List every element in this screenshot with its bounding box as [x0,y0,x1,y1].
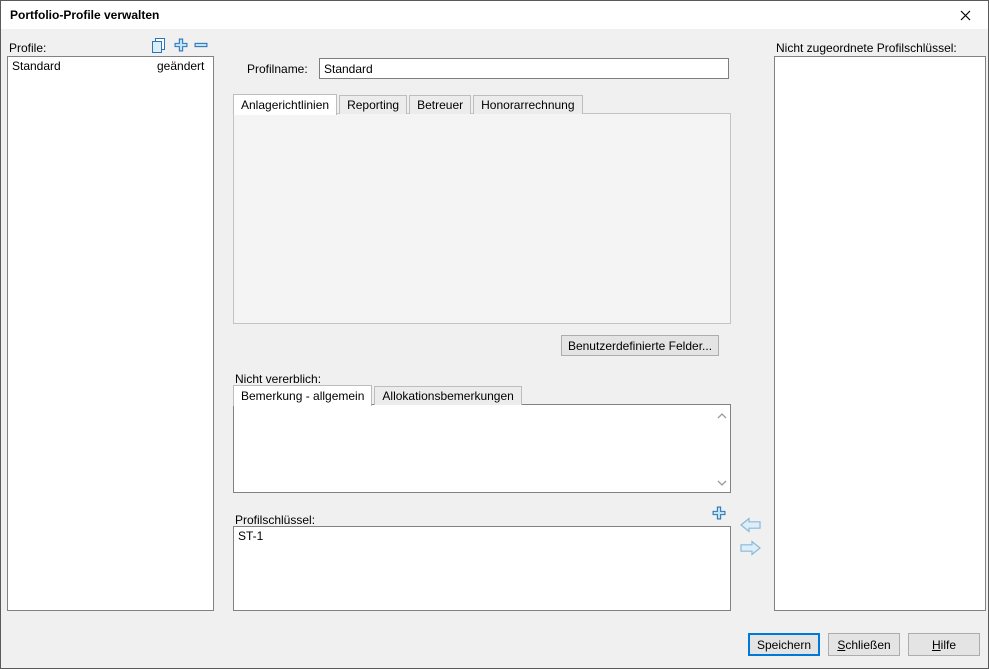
tab-allokationsbemerkungen[interactable]: Allokationsbemerkungen [374,386,521,405]
tab-betreuer[interactable]: Betreuer [409,95,471,114]
add-key-icon[interactable] [712,506,726,520]
profile-list[interactable]: Standard geändert [7,56,214,611]
profile-list-item[interactable]: Standard geändert [8,57,213,75]
bemerkung-textarea[interactable] [233,404,731,493]
profiles-label: Profile: [9,41,46,55]
unassigned-keys-label: Nicht zugeordnete Profilschlüssel: [776,41,957,55]
speichern-button[interactable]: Speichern [748,633,820,656]
window-title: Portfolio-Profile verwalten [10,8,159,22]
profilname-label: Profilname: [247,62,308,76]
profilschluessel-list[interactable]: ST-1 [233,526,731,611]
benutzerdefinierte-felder-button[interactable]: Benutzerdefinierte Felder... [561,335,719,356]
key-name: ST-1 [238,529,263,543]
portfolio-profile-dialog: Portfolio-Profile verwalten Profile: Sta… [0,0,989,669]
unassigned-keys-list[interactable] [774,56,986,611]
move-right-arrow-icon[interactable] [740,540,761,556]
scroll-down-icon[interactable] [717,475,727,489]
profile-name: Standard [12,59,61,73]
close-icon[interactable] [943,1,988,29]
hilfe-button[interactable]: Hilfe [908,633,980,656]
key-list-item[interactable]: ST-1 [234,527,730,545]
tab-reporting[interactable]: Reporting [339,95,407,114]
profilschluessel-label: Profilschlüssel: [235,513,315,527]
main-tabstrip: Anlagerichtlinien Reporting Betreuer Hon… [233,93,585,114]
add-profile-icon[interactable] [174,38,188,52]
remove-profile-icon[interactable] [194,38,208,52]
nicht-vererblich-label: Nicht vererblich: [235,372,321,386]
tab-bemerkung-allgemein[interactable]: Bemerkung - allgemein [233,385,372,406]
move-left-arrow-icon[interactable] [740,517,761,533]
tab-anlagerichtlinien[interactable]: Anlagerichtlinien [233,94,337,115]
scroll-up-icon[interactable] [717,408,727,422]
title-bar: Portfolio-Profile verwalten [1,1,988,29]
copy-profile-icon[interactable] [150,37,167,54]
tab-panel-anlagerichtlinien [233,113,731,324]
schliessen-button[interactable]: Schließen [828,633,900,656]
profilname-input[interactable] [319,58,729,79]
notes-tabstrip: Bemerkung - allgemein Allokationsbemerku… [233,385,524,405]
profile-status: geändert [157,57,204,75]
tab-honorarrechnung[interactable]: Honorarrechnung [473,95,582,114]
